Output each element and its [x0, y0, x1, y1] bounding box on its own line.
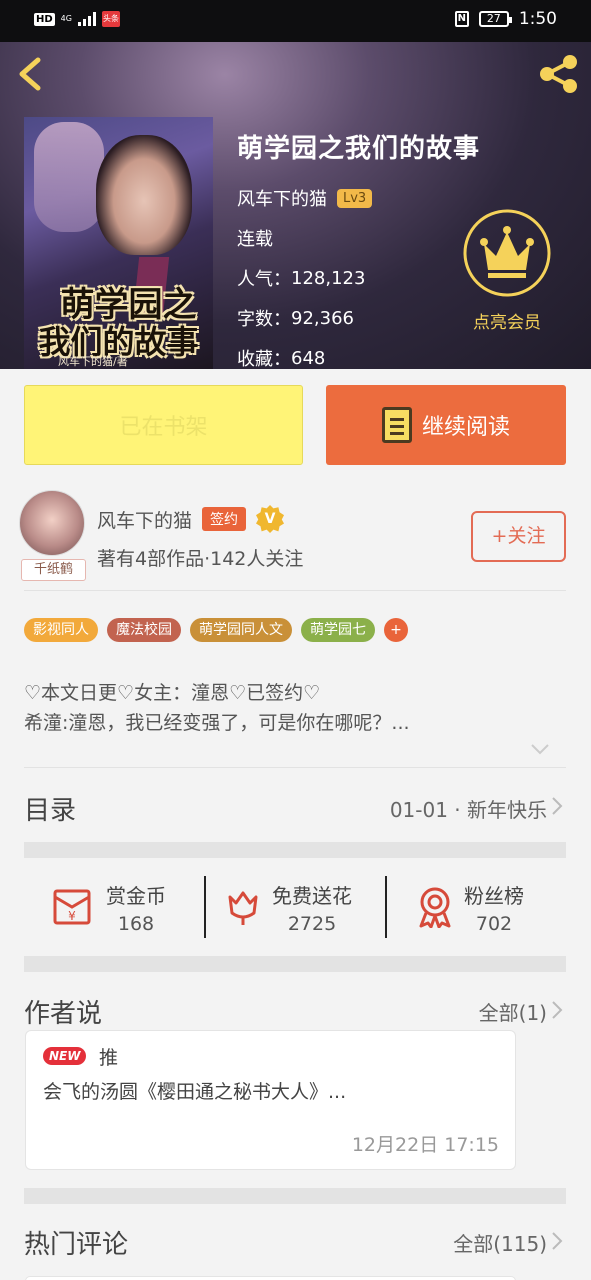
- signal-icon: [77, 12, 96, 26]
- chevron-right-icon[interactable]: [551, 1231, 563, 1251]
- book-favorites: 收藏： 648: [237, 347, 326, 370]
- network-type: 4G: [60, 14, 72, 23]
- reward-value: 2725: [287, 912, 337, 935]
- book-status: 连载: [237, 229, 273, 250]
- more-tags-button[interactable]: +: [384, 618, 408, 642]
- reward-flowers[interactable]: 免费送花 2725: [224, 876, 352, 938]
- chevron-right-icon[interactable]: [551, 1000, 563, 1020]
- book-icon: [381, 407, 412, 443]
- tag-chip[interactable]: 影视同人: [24, 618, 98, 642]
- verified-icon: V: [256, 505, 285, 533]
- crown-icon: [463, 209, 551, 297]
- clock: 1:50: [518, 9, 557, 29]
- battery-icon: 27: [478, 11, 512, 27]
- divider: [385, 876, 387, 938]
- cover-art-hand: [34, 122, 104, 232]
- continue-reading-button[interactable]: 继续阅读: [326, 385, 566, 465]
- app-notification-icon: 头条: [101, 11, 120, 27]
- vip-label: 点亮会员: [473, 313, 541, 333]
- svg-text:¥: ¥: [68, 909, 76, 923]
- post-text: 会飞的汤圆《樱田通之秘书大人》...: [43, 1081, 347, 1103]
- chevron-right-icon[interactable]: [551, 796, 563, 816]
- red-envelope-icon: ¥: [53, 889, 91, 925]
- author-post-card[interactable]: NEW 推 会飞的汤圆《樱田通之秘书大人》... 12月22日 17:15: [25, 1030, 516, 1170]
- tag-chip[interactable]: 魔法校园: [107, 618, 181, 642]
- signed-badge: 签约: [202, 507, 247, 531]
- toc-title: 目录: [24, 796, 77, 826]
- hd-icon: HD: [34, 12, 55, 26]
- author-name[interactable]: 风车下的猫: [97, 506, 192, 533]
- in-shelf-button[interactable]: 已在书架: [24, 385, 303, 465]
- divider: [204, 876, 206, 938]
- author-works: 著有4部作品·142人关注: [97, 548, 304, 570]
- avatar-tag: 千纸鹤: [21, 559, 86, 581]
- divider: [24, 767, 566, 768]
- author-level-badge: Lv3: [337, 188, 373, 208]
- cover-art-portrait: [96, 135, 192, 255]
- hot-comments-title: 热门评论: [24, 1230, 129, 1260]
- comment-card[interactable]: [25, 1276, 516, 1280]
- reward-value: 168: [117, 912, 155, 935]
- vip-button[interactable]: 点亮会员: [462, 208, 552, 333]
- book-title: 萌学园之我们的故事: [237, 134, 481, 164]
- book-info: 萌学园之我们的故事 风车下的猫 Lv3 连载 人气： 128,123 字数： 92,…: [237, 128, 480, 369]
- book-author-row: 风车下的猫 Lv3: [237, 185, 480, 211]
- comments-all-link[interactable]: 全部(115): [453, 1228, 547, 1257]
- author-name-row: 风车下的猫 签约 V: [97, 505, 285, 533]
- share-icon[interactable]: [537, 54, 581, 94]
- nfc-icon: N: [454, 11, 469, 27]
- new-badge: NEW: [43, 1047, 87, 1065]
- tag-chip[interactable]: 萌学园同人文: [190, 618, 292, 642]
- reward-fans-rank[interactable]: 粉丝榜 702: [416, 876, 524, 938]
- medal-icon: [419, 887, 451, 928]
- book-word-count: 字数： 92,366: [237, 307, 354, 331]
- post-date: 12月22日 17:15: [351, 1134, 499, 1156]
- book-author[interactable]: 风车下的猫: [237, 185, 327, 211]
- tag-list: 影视同人 魔法校园 萌学园同人文 萌学园七 +: [24, 618, 408, 642]
- cover-author-line: 风车下的猫/著: [58, 355, 128, 368]
- reward-name: 粉丝榜: [464, 883, 524, 908]
- divider: [24, 590, 566, 591]
- expand-chevron-icon[interactable]: [530, 742, 550, 756]
- book-popularity: 人气： 128,123: [237, 267, 366, 291]
- post-title: 推: [99, 1047, 119, 1069]
- follow-button[interactable]: +关注: [471, 511, 566, 562]
- book-intro[interactable]: ♡本文日更♡女主：潼恩♡已签约♡ 希潼:潼恩，我已经变强了，可是你在哪呢？...: [24, 678, 410, 738]
- section-separator: [24, 1188, 566, 1204]
- reward-coins[interactable]: ¥ 赏金币 168: [52, 876, 166, 938]
- flower-icon: [228, 891, 258, 925]
- book-cover[interactable]: 萌学园之 我们的故事 风车下的猫/著: [24, 117, 213, 369]
- section-separator: [24, 842, 566, 858]
- back-arrow-icon[interactable]: [12, 54, 52, 94]
- reward-name: 免费送花: [272, 883, 352, 908]
- author-says-all-link[interactable]: 全部(1): [479, 997, 547, 1026]
- reward-name: 赏金币: [106, 883, 166, 908]
- book-header: 萌学园之 我们的故事 风车下的猫/著 萌学园之我们的故事 风车下的猫 Lv3 连…: [0, 42, 591, 369]
- section-separator: [24, 956, 566, 972]
- reward-value: 702: [475, 912, 513, 935]
- status-bar: HD 4G 头条 N 27 1:50: [0, 0, 591, 42]
- tag-chip[interactable]: 萌学园七: [301, 618, 375, 642]
- author-avatar[interactable]: [19, 490, 85, 556]
- author-says-title: 作者说: [24, 999, 103, 1029]
- toc-latest-chapter[interactable]: 01-01 · 新年快乐: [390, 794, 547, 823]
